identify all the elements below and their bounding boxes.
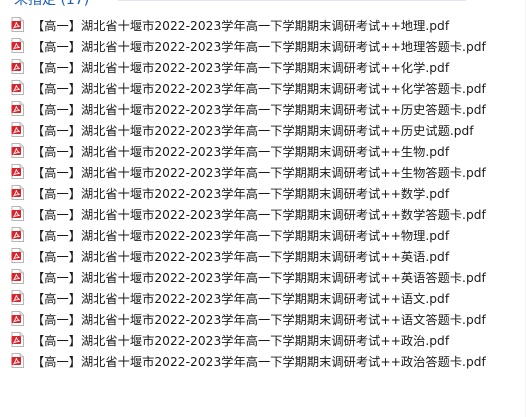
file-item[interactable]: 【高一】湖北省十堰市2022-2023学年高一下学期期末调研考试++生物答题卡.…: [0, 161, 526, 182]
file-name: 【高一】湖北省十堰市2022-2023学年高一下学期期末调研考试++化学答题卡.…: [32, 81, 486, 96]
file-name: 【高一】湖北省十堰市2022-2023学年高一下学期期末调研考试++语文答题卡.…: [32, 312, 486, 327]
file-name: 【高一】湖北省十堰市2022-2023学年高一下学期期末调研考试++语文.pdf: [32, 291, 450, 306]
file-item[interactable]: 【高一】湖北省十堰市2022-2023学年高一下学期期末调研考试++数学.pdf: [0, 182, 526, 203]
group-header-divider: [118, 0, 466, 1]
file-item[interactable]: 【高一】湖北省十堰市2022-2023学年高一下学期期末调研考试++语文.pdf: [0, 287, 526, 308]
file-item[interactable]: 【高一】湖北省十堰市2022-2023学年高一下学期期末调研考试++数学答题卡.…: [0, 203, 526, 224]
pdf-icon: [11, 332, 24, 347]
pdf-icon: [11, 164, 24, 179]
file-item[interactable]: 【高一】湖北省十堰市2022-2023学年高一下学期期末调研考试++历史试题.p…: [0, 119, 526, 140]
file-item[interactable]: 【高一】湖北省十堰市2022-2023学年高一下学期期末调研考试++生物.pdf: [0, 140, 526, 161]
file-item[interactable]: 【高一】湖北省十堰市2022-2023学年高一下学期期末调研考试++化学.pdf: [0, 56, 526, 77]
group-header-unspecified[interactable]: 未指定 (17): [14, 0, 89, 8]
file-item[interactable]: 【高一】湖北省十堰市2022-2023学年高一下学期期末调研考试++化学答题卡.…: [0, 77, 526, 98]
file-item[interactable]: 【高一】湖北省十堰市2022-2023学年高一下学期期末调研考试++英语.pdf: [0, 245, 526, 266]
file-item[interactable]: 【高一】湖北省十堰市2022-2023学年高一下学期期末调研考试++地理.pdf: [0, 14, 526, 35]
pdf-icon: [11, 353, 24, 368]
file-item[interactable]: 【高一】湖北省十堰市2022-2023学年高一下学期期末调研考试++语文答题卡.…: [0, 308, 526, 329]
pdf-icon: [11, 311, 24, 326]
pdf-icon: [11, 290, 24, 305]
file-item[interactable]: 【高一】湖北省十堰市2022-2023学年高一下学期期末调研考试++政治.pdf: [0, 329, 526, 350]
pdf-icon: [11, 269, 24, 284]
file-list: 【高一】湖北省十堰市2022-2023学年高一下学期期末调研考试++地理.pdf…: [0, 14, 526, 371]
pdf-icon: [11, 185, 24, 200]
file-name: 【高一】湖北省十堰市2022-2023学年高一下学期期末调研考试++数学答题卡.…: [32, 207, 486, 222]
file-name: 【高一】湖北省十堰市2022-2023学年高一下学期期末调研考试++英语.pdf: [32, 249, 450, 264]
pdf-icon: [11, 206, 24, 221]
pdf-icon: [11, 101, 24, 116]
file-item[interactable]: 【高一】湖北省十堰市2022-2023学年高一下学期期末调研考试++地理答题卡.…: [0, 35, 526, 56]
pdf-icon: [11, 122, 24, 137]
file-name: 【高一】湖北省十堰市2022-2023学年高一下学期期末调研考试++政治.pdf: [32, 333, 450, 348]
file-item[interactable]: 【高一】湖北省十堰市2022-2023学年高一下学期期末调研考试++物理.pdf: [0, 224, 526, 245]
pdf-icon: [11, 248, 24, 263]
file-name: 【高一】湖北省十堰市2022-2023学年高一下学期期末调研考试++历史试题.p…: [32, 123, 474, 138]
file-name: 【高一】湖北省十堰市2022-2023学年高一下学期期末调研考试++地理.pdf: [32, 18, 450, 33]
file-name: 【高一】湖北省十堰市2022-2023学年高一下学期期末调研考试++数学.pdf: [32, 186, 450, 201]
file-name: 【高一】湖北省十堰市2022-2023学年高一下学期期末调研考试++英语答题卡.…: [32, 270, 486, 285]
pdf-icon: [11, 59, 24, 74]
file-name: 【高一】湖北省十堰市2022-2023学年高一下学期期末调研考试++生物答题卡.…: [32, 165, 486, 180]
file-name: 【高一】湖北省十堰市2022-2023学年高一下学期期末调研考试++化学.pdf: [32, 60, 450, 75]
file-name: 【高一】湖北省十堰市2022-2023学年高一下学期期末调研考试++生物.pdf: [32, 144, 450, 159]
pdf-icon: [11, 38, 24, 53]
file-item[interactable]: 【高一】湖北省十堰市2022-2023学年高一下学期期末调研考试++英语答题卡.…: [0, 266, 526, 287]
file-name: 【高一】湖北省十堰市2022-2023学年高一下学期期末调研考试++地理答题卡.…: [32, 39, 486, 54]
file-name: 【高一】湖北省十堰市2022-2023学年高一下学期期末调研考试++历史答题卡.…: [32, 102, 486, 117]
pdf-icon: [11, 17, 24, 32]
pdf-icon: [11, 80, 24, 95]
file-name: 【高一】湖北省十堰市2022-2023学年高一下学期期末调研考试++物理.pdf: [32, 228, 450, 243]
file-item[interactable]: 【高一】湖北省十堰市2022-2023学年高一下学期期末调研考试++政治答题卡.…: [0, 350, 526, 371]
file-item[interactable]: 【高一】湖北省十堰市2022-2023学年高一下学期期末调研考试++历史答题卡.…: [0, 98, 526, 119]
pdf-icon: [11, 227, 24, 242]
file-name: 【高一】湖北省十堰市2022-2023学年高一下学期期末调研考试++政治答题卡.…: [32, 354, 486, 369]
pdf-icon: [11, 143, 24, 158]
